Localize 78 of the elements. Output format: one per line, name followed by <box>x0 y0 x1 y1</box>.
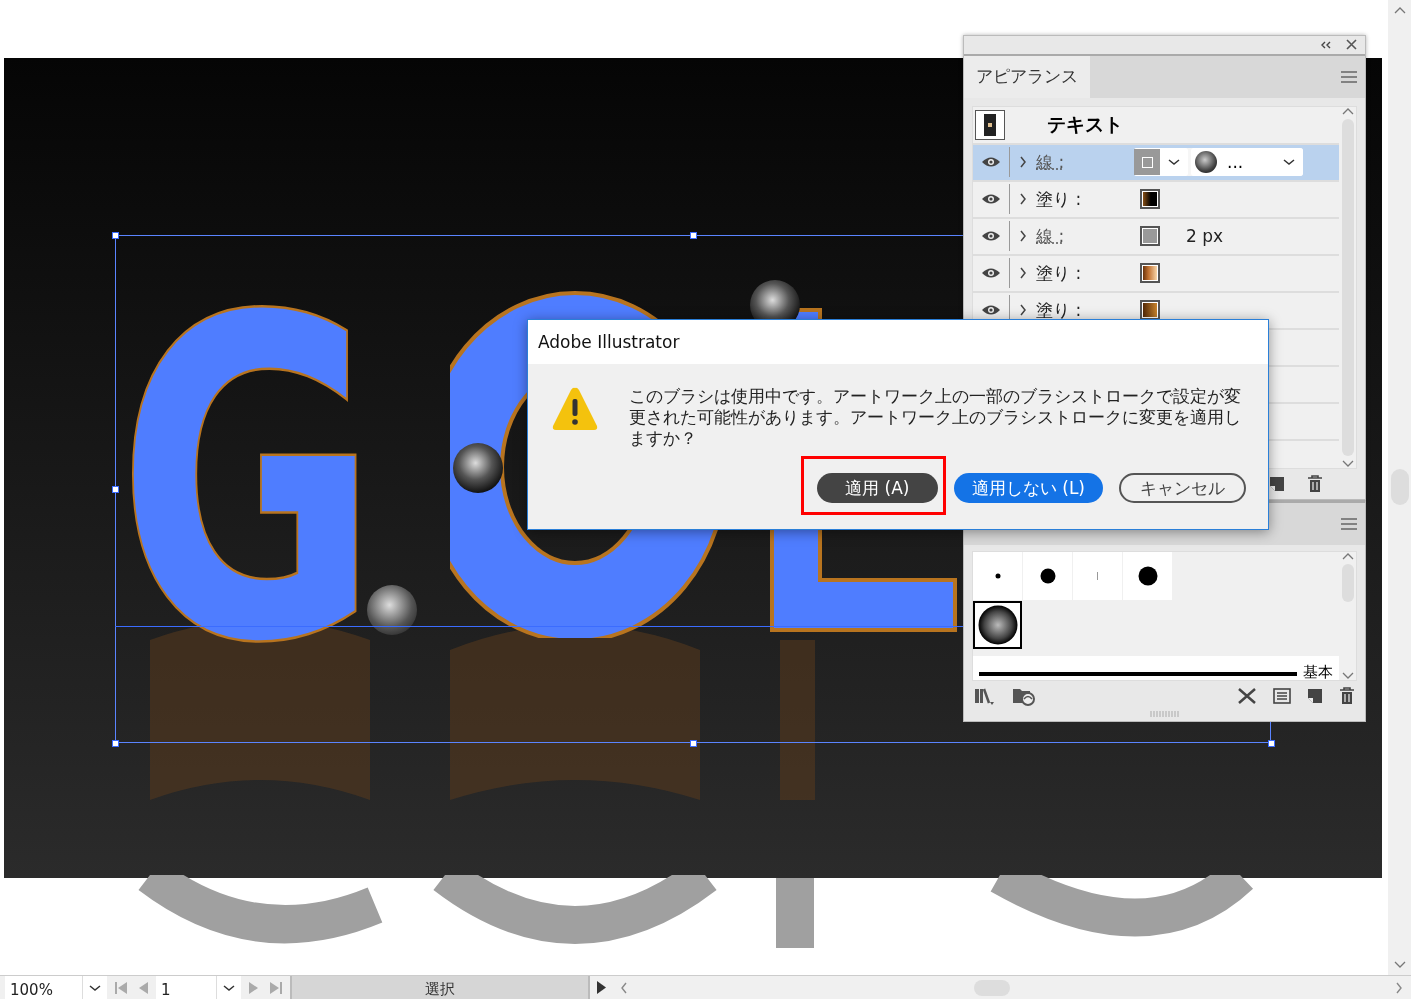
visibility-eye-icon[interactable] <box>981 230 1001 243</box>
caret-icon[interactable] <box>89 983 101 992</box>
scroll-left-icon[interactable] <box>620 981 628 994</box>
visibility-eye-icon[interactable] <box>981 193 1001 206</box>
fill-label: 塗り : <box>1036 187 1083 211</box>
stroke-color-dropdown[interactable] <box>1134 148 1188 177</box>
selection-handle[interactable] <box>112 486 119 493</box>
dialog-button[interactable]: 適用 (A) <box>816 473 938 503</box>
close-icon[interactable] <box>1346 39 1357 51</box>
menu-icon[interactable] <box>1341 518 1357 530</box>
selection-handle[interactable] <box>1268 740 1275 747</box>
scroll-up-icon[interactable] <box>1393 6 1406 14</box>
stroke-weight: 2 px <box>1186 226 1224 247</box>
remove-brush-icon[interactable] <box>1237 687 1257 705</box>
panel-tab[interactable]: アピアランス <box>964 55 1090 98</box>
expand-chevron-icon[interactable] <box>1019 193 1027 206</box>
scroll-up-icon[interactable] <box>1341 106 1354 115</box>
fill-label: 塗り : <box>1036 261 1083 285</box>
scroll-up-icon[interactable] <box>1341 552 1354 560</box>
artwork-text: G <box>118 262 379 702</box>
appearance-row[interactable]: 塗り : <box>973 255 1339 293</box>
brush-swatch[interactable] <box>1123 552 1172 600</box>
selection-handle[interactable] <box>112 740 119 747</box>
brush-swatch[interactable] <box>973 601 1022 649</box>
libraries-icon[interactable] <box>974 687 996 705</box>
menu-icon[interactable] <box>1341 70 1357 83</box>
current-tool-label[interactable]: 選択 <box>290 976 588 999</box>
zoom-dropdown[interactable] <box>82 976 107 999</box>
caret-icon[interactable] <box>223 983 235 992</box>
dialog-button[interactable]: キャンセル <box>1119 473 1246 503</box>
options-icon[interactable] <box>1273 688 1291 704</box>
artboard-dropdown[interactable] <box>216 976 241 999</box>
dialog-button[interactable]: 適用しない (L) <box>953 473 1103 503</box>
artboard-number-field[interactable]: 1 <box>156 976 216 999</box>
selection-handle[interactable] <box>690 232 697 239</box>
zoom-field[interactable]: 100% <box>5 976 82 999</box>
cloud-folder-icon[interactable] <box>1012 686 1038 706</box>
scroll-right-icon[interactable] <box>1395 981 1403 994</box>
expand-chevron-icon[interactable] <box>1019 230 1027 243</box>
brush-swatch[interactable] <box>1023 552 1072 600</box>
color-swatch[interactable] <box>1140 300 1160 321</box>
caret-icon[interactable] <box>1168 158 1180 167</box>
play-icon[interactable] <box>596 981 606 994</box>
stroke-link[interactable]: 線 : <box>1036 224 1140 248</box>
visibility-eye-icon[interactable] <box>981 156 1001 169</box>
visibility-eye-icon[interactable] <box>981 304 1001 317</box>
color-swatch[interactable] <box>1140 263 1160 284</box>
appearance-row[interactable]: 線 : ... <box>973 144 1339 182</box>
brush-swatch[interactable] <box>973 552 1022 600</box>
expand-chevron-icon[interactable] <box>1019 304 1027 317</box>
fill-label: 塗り : <box>1036 298 1083 322</box>
object-thumbnail <box>975 109 1005 140</box>
trash-icon[interactable] <box>1339 687 1355 705</box>
dialog-title: Adobe Illustrator <box>528 320 1268 364</box>
scroll-down-icon[interactable] <box>1341 672 1354 680</box>
new-item-icon[interactable] <box>1307 688 1323 704</box>
new-item-icon[interactable] <box>1269 476 1285 493</box>
visibility-eye-icon[interactable] <box>981 267 1001 280</box>
expand-chevron-icon[interactable] <box>1019 156 1027 169</box>
warning-icon <box>551 386 599 431</box>
expand-chevron-icon[interactable] <box>1019 267 1027 280</box>
brush-name: 基本 <box>1303 663 1333 680</box>
appearance-row[interactable]: 線 : 2 px <box>973 218 1339 256</box>
color-swatch[interactable] <box>1140 189 1160 210</box>
resize-grip-icon[interactable] <box>1149 711 1180 717</box>
appearance-row[interactable]: 塗り : <box>973 181 1339 219</box>
scroll-down-icon[interactable] <box>1393 961 1406 969</box>
scroll-down-icon[interactable] <box>1341 460 1354 469</box>
brush-swatch[interactable] <box>1073 552 1122 600</box>
dialog-message: このブラシは使用中です。アートワーク上の一部のブラシストロークで設定が変更された可能性があります。アートワーク上のブラシストロークに変更を適用しますか？ <box>629 386 1242 449</box>
object-type-label: テキスト <box>1047 111 1123 137</box>
trash-icon[interactable] <box>1307 475 1323 494</box>
caret-icon[interactable] <box>1283 158 1295 167</box>
collapse-icon[interactable] <box>1320 40 1332 49</box>
selection-handle[interactable] <box>690 740 697 747</box>
color-swatch[interactable] <box>1140 226 1160 247</box>
brush-dropdown[interactable]: ... <box>1191 148 1303 177</box>
selection-handle[interactable] <box>112 232 119 239</box>
